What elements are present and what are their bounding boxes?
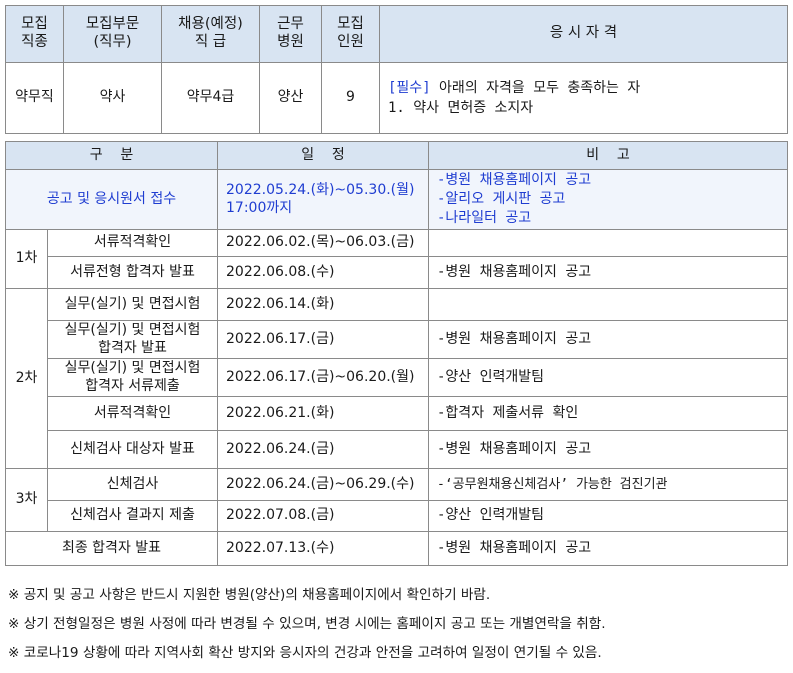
dept-cell: 약사 (63, 62, 162, 134)
item-name: 신체검사 결과지 제출 (47, 500, 218, 532)
stage3-row-2: 신체검사 결과지 제출 2022.07.08.(금) -양산 인력개발팀 (6, 500, 788, 532)
item-remark: -병원 채용홈페이지 공고 (428, 430, 788, 469)
item-date: 2022.06.17.(금) (217, 320, 429, 359)
item-date: 2022.06.08.(수) (217, 256, 429, 289)
remark-line: -알리오 게시판 공고 (437, 191, 566, 208)
hospital-cell: 양산 (259, 62, 322, 134)
qualification-cell: [필수] 아래의 자격을 모두 충족하는 자 1. 약사 면허증 소지자 (379, 62, 788, 134)
announce-date: 2022.05.24.(화)~05.30.(월) 17:00까지 (217, 169, 429, 230)
grade-cell: 약무4급 (161, 62, 260, 134)
item-date: 2022.06.17.(금)~06.20.(월) (217, 358, 429, 397)
required-tag: [필수] (388, 79, 431, 96)
stage1-row-1: 1차 서류적격확인 2022.06.02.(목)~06.03.(금) (5, 229, 788, 289)
stage2-label: 2차 (5, 288, 48, 469)
item-date: 2022.06.14.(화) (217, 288, 429, 321)
header-qualification: 응 시 자 격 (379, 5, 788, 63)
announce-label: 공고 및 응시원서 접수 (5, 169, 218, 230)
remark-line: -나라일터 공고 (437, 209, 532, 226)
header-job-type: 모집 직종 (5, 5, 64, 63)
qualification-item: 1. 약사 면허증 소지자 (388, 100, 534, 116)
stage1-row-2: 서류전형 합격자 발표 2022.06.08.(수) -병원 채용홈페이지 공고 (6, 256, 788, 289)
count-cell: 9 (321, 62, 380, 134)
item-remark: -병원 채용홈페이지 공고 (428, 256, 788, 289)
item-date: 2022.07.08.(금) (217, 500, 429, 532)
stage3-row-1: 3차 신체검사 2022.06.24.(금)~06.29.(수) -‘공무원채용… (5, 468, 788, 532)
qualification-text: 아래의 자격을 모두 충족하는 자 (430, 79, 641, 96)
final-row: 최종 합격자 발표 2022.07.13.(수) -병원 채용홈페이지 공고 (5, 531, 788, 566)
announce-remarks: -병원 채용홈페이지 공고 -알리오 게시판 공고 -나라일터 공고 (428, 169, 788, 230)
recruitment-row: 약무직 약사 약무4급 양산 9 [필수] 아래의 자격을 모두 충족하는 자 … (5, 62, 788, 134)
item-remark (428, 288, 788, 321)
stage2-row-4: 서류적격확인 2022.06.21.(화) -합격자 제출서류 확인 (6, 396, 788, 431)
item-name: 실무(실기) 및 면접시험 합격자 서류제출 (47, 358, 218, 397)
item-name: 실무(실기) 및 면접시험 합격자 발표 (47, 320, 218, 359)
item-date: 2022.06.24.(금) (217, 430, 429, 469)
note-line: ※ 상기 전형일정은 병원 사정에 따라 변경될 수 있으며, 변경 시에는 홈… (8, 616, 606, 632)
announce-row: 공고 및 응시원서 접수 2022.05.24.(화)~05.30.(월) 17:… (5, 169, 788, 230)
item-name: 신체검사 (47, 468, 218, 501)
header-count: 모집 인원 (321, 5, 380, 63)
header-dept: 모집부문 (직무) (63, 5, 162, 63)
item-date: 2022.06.21.(화) (217, 396, 429, 431)
recruitment-table: 모집 직종 모집부문 (직무) 채용(예정) 직 급 근무 병원 모집 인원 응 시 자 … (5, 5, 788, 134)
header-category: 구 분 (5, 141, 218, 170)
job-type-cell: 약무직 (5, 62, 64, 134)
item-remark: -양산 인력개발팀 (428, 500, 788, 532)
recruitment-header-row: 모집 직종 모집부문 (직무) 채용(예정) 직 급 근무 병원 모집 인원 응 시 자 … (5, 5, 788, 63)
item-name: 실무(실기) 및 면접시험 (47, 288, 218, 321)
note-line: ※ 코로나19 상황에 따라 지역사회 확산 방지와 응시자의 건강과 안전을 … (8, 645, 602, 661)
item-remark: -‘공무원채용신체검사’ 가능한 검진기관 (428, 468, 788, 501)
item-remark (428, 229, 788, 257)
stage2-row-1: 2차 실무(실기) 및 면접시험 2022.06.14.(화) (5, 288, 788, 469)
stage2-row-5: 신체검사 대상자 발표 2022.06.24.(금) -병원 채용홈페이지 공고 (6, 430, 788, 469)
notes-section: ※ 공지 및 공고 사항은 반드시 지원한 병원(양산)의 채용홈페이지에서 확… (8, 581, 788, 668)
stage2-row-3: 실무(실기) 및 면접시험 합격자 서류제출 2022.06.17.(금)~06.… (6, 358, 788, 397)
header-grade: 채용(예정) 직 급 (161, 5, 260, 63)
stage1-label: 1차 (5, 229, 48, 289)
final-remark: -병원 채용홈페이지 공고 (428, 531, 788, 566)
item-name: 서류적격확인 (47, 229, 218, 257)
final-label: 최종 합격자 발표 (5, 531, 218, 566)
item-remark: -병원 채용홈페이지 공고 (428, 320, 788, 359)
note-line: ※ 공지 및 공고 사항은 반드시 지원한 병원(양산)의 채용홈페이지에서 확… (8, 587, 491, 603)
schedule-header-row: 구 분 일 정 비 고 (5, 141, 788, 170)
item-date: 2022.06.24.(금)~06.29.(수) (217, 468, 429, 501)
stage3-label: 3차 (5, 468, 48, 532)
stage2-row-2: 실무(실기) 및 면접시험 합격자 발표 2022.06.17.(금) -병원 채… (6, 320, 788, 359)
item-remark: -합격자 제출서류 확인 (428, 396, 788, 431)
item-name: 신체검사 대상자 발표 (47, 430, 218, 469)
item-name: 서류적격확인 (47, 396, 218, 431)
remark-line: -병원 채용홈페이지 공고 (437, 172, 592, 189)
schedule-table: 구 분 일 정 비 고 공고 및 응시원서 접수 2022.05.24.(화)~… (5, 141, 788, 566)
header-date: 일 정 (217, 141, 429, 170)
final-date: 2022.07.13.(수) (217, 531, 429, 566)
header-hospital: 근무 병원 (259, 5, 322, 63)
item-name: 서류전형 합격자 발표 (47, 256, 218, 289)
header-remark: 비 고 (428, 141, 788, 170)
item-date: 2022.06.02.(목)~06.03.(금) (217, 229, 429, 257)
item-remark: -양산 인력개발팀 (428, 358, 788, 397)
